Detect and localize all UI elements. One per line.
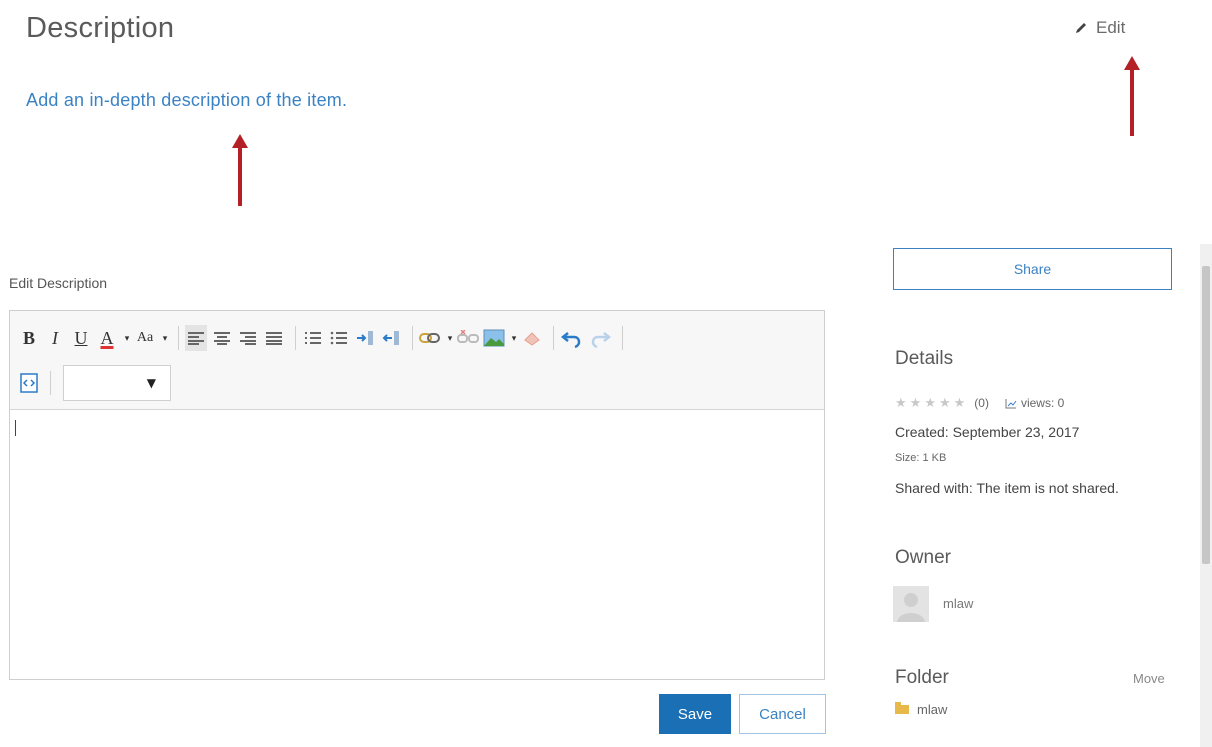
edit-description-link[interactable]: Edit — [1074, 18, 1125, 38]
image-icon — [483, 329, 505, 347]
save-button[interactable]: Save — [659, 694, 731, 734]
align-left-icon — [188, 332, 204, 345]
undo-button[interactable] — [560, 325, 584, 351]
align-justify-button[interactable] — [263, 325, 285, 351]
editor-content-area[interactable] — [10, 410, 824, 679]
chart-icon — [1005, 398, 1017, 408]
annotation-arrow-edit — [1124, 56, 1140, 136]
remove-format-button[interactable] — [521, 325, 543, 351]
star-icon[interactable]: ★ — [939, 395, 951, 411]
folder-heading: Folder — [895, 667, 949, 688]
ordered-list-button[interactable] — [302, 325, 324, 351]
outdent-icon — [382, 331, 399, 345]
unlink-button[interactable] — [457, 325, 479, 351]
annotation-arrow-description — [232, 134, 248, 206]
font-size-icon: Aa — [136, 330, 154, 345]
align-left-button[interactable] — [185, 325, 207, 351]
eraser-icon — [524, 332, 540, 346]
toolbar-separator — [178, 326, 179, 350]
edit-label: Edit — [1096, 18, 1126, 37]
bold-button[interactable]: B — [18, 325, 40, 351]
folder-name: mlaw — [917, 702, 948, 717]
share-button[interactable]: Share — [893, 248, 1172, 290]
toolbar-row-1: B I U A ▾ Aa ▾ ▾ ▾ — [18, 325, 629, 351]
cancel-button[interactable]: Cancel — [739, 694, 826, 734]
align-center-button[interactable] — [211, 325, 233, 351]
star-icon[interactable]: ★ — [895, 395, 907, 411]
avatar[interactable] — [893, 586, 929, 622]
font-size-button[interactable]: Aa — [134, 325, 156, 351]
views-label: views: 0 — [1020, 396, 1065, 410]
folder-icon — [895, 702, 909, 714]
move-link[interactable]: Move — [1133, 671, 1165, 686]
toolbar-separator — [50, 371, 51, 395]
font-color-dropdown[interactable]: ▾ — [122, 325, 132, 351]
pencil-icon — [1074, 21, 1088, 35]
text-cursor — [15, 420, 16, 436]
views-count: views: 0 — [1005, 396, 1064, 410]
toolbar-separator — [553, 326, 554, 350]
user-icon — [897, 593, 925, 622]
font-color-button[interactable]: A — [96, 325, 118, 351]
image-dropdown[interactable]: ▾ — [509, 325, 519, 351]
star-icon[interactable]: ★ — [910, 395, 922, 411]
scrollbar-thumb[interactable] — [1202, 266, 1210, 564]
link-dropdown[interactable]: ▾ — [445, 325, 455, 351]
undo-icon — [560, 332, 581, 349]
toolbar-separator — [622, 326, 623, 350]
star-icon[interactable]: ★ — [924, 395, 936, 411]
outdent-button[interactable] — [380, 325, 402, 351]
underline-button[interactable]: U — [70, 325, 92, 351]
view-source-button[interactable] — [18, 370, 40, 396]
editor-toolbar: B I U A ▾ Aa ▾ ▾ ▾ ▼ — [10, 311, 824, 410]
description-title: Description — [26, 12, 175, 44]
details-heading: Details — [895, 348, 954, 369]
redo-button[interactable] — [588, 325, 612, 351]
toolbar-separator — [295, 326, 296, 350]
rating-row: ★ ★ ★ ★ ★ (0) views: 0 — [895, 395, 1064, 411]
indent-button[interactable] — [354, 325, 376, 351]
indent-icon — [357, 331, 373, 345]
align-right-icon — [240, 332, 256, 345]
edit-description-label: Edit Description — [9, 275, 108, 291]
redo-icon — [591, 332, 612, 349]
html-source-icon — [20, 373, 38, 393]
rich-text-editor: B I U A ▾ Aa ▾ ▾ ▾ ▼ — [9, 310, 825, 680]
created-date: Created: September 23, 2017 — [895, 424, 1080, 440]
unordered-list-icon — [330, 331, 347, 345]
format-select[interactable]: ▼ — [63, 365, 171, 401]
font-size-dropdown[interactable]: ▾ — [160, 325, 170, 351]
insert-image-button[interactable] — [483, 325, 505, 351]
ordered-list-icon — [305, 332, 321, 344]
link-icon — [419, 333, 440, 343]
italic-button[interactable]: I — [44, 325, 66, 351]
toolbar-row-2: ▼ — [18, 365, 171, 401]
owner-heading: Owner — [895, 547, 951, 568]
scrollbar[interactable] — [1200, 244, 1212, 747]
chevron-down-icon: ▼ — [146, 376, 156, 390]
align-center-icon — [214, 332, 230, 345]
rating-count: (0) — [974, 396, 989, 410]
align-justify-icon — [266, 332, 282, 345]
unordered-list-button[interactable] — [328, 325, 350, 351]
add-description-link[interactable]: Add an in-depth description of the item. — [26, 90, 347, 111]
font-color-icon: A — [100, 328, 114, 348]
align-right-button[interactable] — [237, 325, 259, 351]
link-button[interactable] — [419, 325, 441, 351]
folder-row[interactable]: mlaw — [895, 702, 947, 717]
item-size: Size: 1 KB — [895, 452, 947, 464]
star-icon[interactable]: ★ — [954, 395, 966, 411]
unlink-icon — [457, 330, 479, 343]
toolbar-separator — [412, 326, 413, 350]
owner-name[interactable]: mlaw — [943, 596, 973, 611]
shared-with: Shared with: The item is not shared. — [895, 480, 1119, 496]
